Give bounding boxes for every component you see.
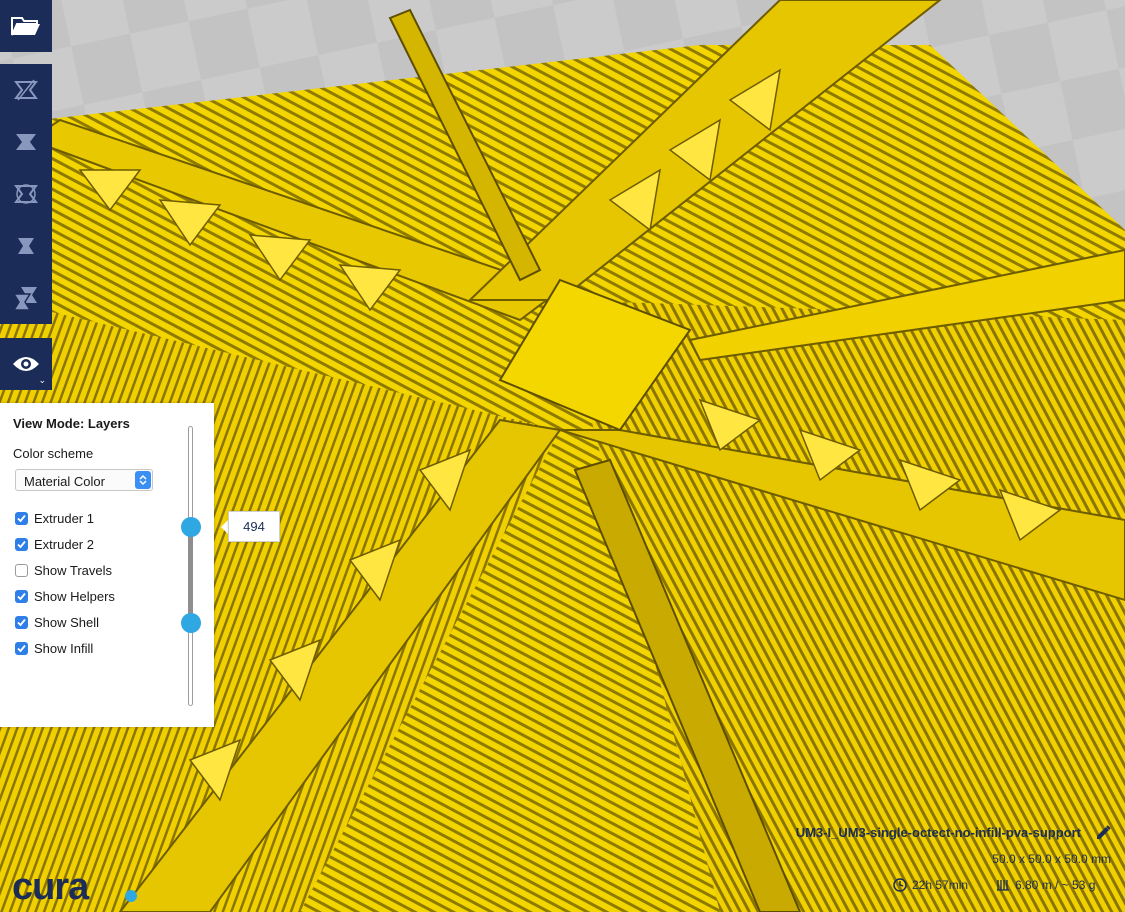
chevron-down-icon: ⌄ (38, 375, 46, 385)
material-usage: 6.80 m / ~ 53 g (996, 876, 1095, 894)
scale-tool-button[interactable] (0, 116, 52, 168)
scale-icon (16, 134, 36, 150)
clock-icon (893, 878, 907, 892)
per-model-settings-button[interactable] (0, 272, 52, 324)
cura-logo-dot (125, 890, 137, 902)
option-show-infill[interactable]: Show Infill (15, 640, 93, 656)
open-file-button[interactable] (0, 0, 52, 52)
layer-slider-range (188, 527, 193, 623)
option-label: Show Travels (34, 562, 113, 578)
checkbox-show-travels[interactable] (15, 563, 28, 577)
option-extruder-1[interactable]: Extruder 1 (15, 510, 94, 526)
print-time: 22h 57min (893, 876, 968, 894)
per-model-settings-icon (12, 287, 37, 311)
option-label: Show Shell (34, 614, 100, 630)
material-usage-value: 6.80 m / ~ 53 g (1015, 878, 1096, 892)
checkbox-show-infill[interactable] (15, 641, 28, 655)
checkbox-show-helpers[interactable] (15, 589, 28, 603)
tool-group (0, 64, 52, 324)
translate-tool-button[interactable] (0, 64, 52, 116)
pencil-icon[interactable] (1094, 824, 1112, 842)
color-scheme-select[interactable]: Material Color (15, 469, 153, 491)
job-name: UM3-I_UM3-single-octect-no-infill-pva-su… (795, 825, 1081, 840)
option-label: Show Helpers (34, 588, 115, 604)
option-extruder-2[interactable]: Extruder 2 (15, 536, 94, 552)
checkbox-extruder-1[interactable] (15, 511, 28, 525)
view-mode-button[interactable]: ⌄ (0, 338, 52, 390)
mirror-tool-button[interactable] (0, 220, 52, 272)
mirror-icon (18, 238, 34, 254)
filament-icon (997, 880, 1009, 891)
layer-number-input[interactable]: 494 (228, 511, 280, 542)
select-arrows-icon (135, 471, 151, 489)
option-show-shell[interactable]: Show Shell (15, 614, 99, 630)
option-label: Extruder 2 (34, 536, 94, 552)
view-mode-panel: View Mode: Layers Color scheme Material … (0, 403, 214, 727)
option-show-travels[interactable]: Show Travels (15, 562, 112, 578)
color-scheme-label: Color scheme (13, 446, 94, 461)
color-scheme-value: Material Color (24, 474, 105, 489)
cura-logo: cura (12, 866, 89, 908)
model-dimensions: 50.0 x 50.0 x 50.0 mm (992, 852, 1111, 866)
option-label: Show Infill (34, 640, 94, 656)
print-time-value: 22h 57min (912, 878, 969, 892)
checkbox-show-shell[interactable] (15, 615, 28, 629)
eye-icon (13, 357, 39, 371)
rotate-icon (14, 184, 38, 204)
folder-open-icon (11, 17, 40, 36)
option-label: Extruder 1 (34, 510, 94, 526)
translate-icon (14, 79, 38, 101)
option-show-helpers[interactable]: Show Helpers (15, 588, 115, 604)
layer-slider-lower-handle[interactable] (181, 613, 201, 633)
panel-title: View Mode: Layers (13, 416, 130, 431)
rotate-tool-button[interactable] (0, 168, 52, 220)
checkbox-extruder-2[interactable] (15, 537, 28, 551)
layer-slider-upper-handle[interactable] (181, 517, 201, 537)
